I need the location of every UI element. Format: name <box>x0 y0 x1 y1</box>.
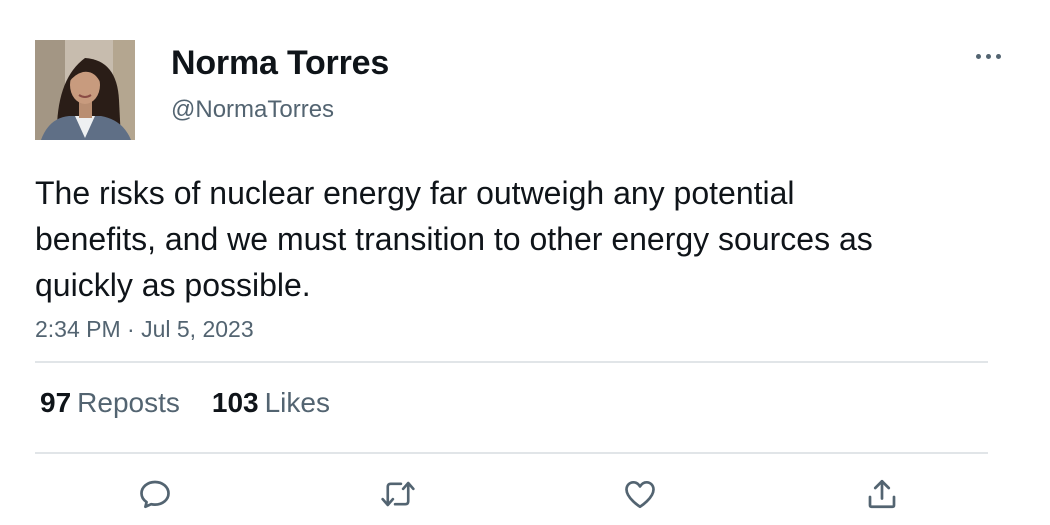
avatar[interactable] <box>35 40 135 140</box>
likes-count: 103 <box>211 387 259 418</box>
tweet-text: The risks of nuclear energy far outweigh… <box>35 175 873 303</box>
likes-stat[interactable]: 103 Likes <box>212 387 330 419</box>
share-icon-glyph <box>868 479 896 509</box>
avatar-photo <box>35 40 135 140</box>
more-options-icon[interactable] <box>968 44 1008 68</box>
divider <box>35 361 988 363</box>
tweet-timestamp[interactable]: 2:34 PM · Jul 5, 2023 <box>35 316 254 343</box>
repost-icon[interactable] <box>378 474 418 514</box>
user-handle[interactable]: @NormaTorres <box>171 96 334 124</box>
share-icon[interactable] <box>862 474 902 514</box>
reposts-stat[interactable]: 97 Reposts <box>40 387 180 419</box>
reposts-label: Reposts <box>77 387 180 418</box>
reply-icon-glyph <box>140 480 170 509</box>
divider <box>35 452 988 454</box>
more-dot <box>975 53 981 59</box>
more-dot <box>995 53 1001 59</box>
tweet-card: Norma Torres @NormaTorres The risks of n… <box>0 0 1050 525</box>
likes-label: Likes <box>264 387 330 418</box>
display-name[interactable]: Norma Torres <box>171 44 389 83</box>
reply-icon[interactable] <box>135 474 175 514</box>
like-icon[interactable] <box>620 474 660 514</box>
reposts-count: 97 <box>40 387 72 418</box>
like-icon-glyph <box>625 480 655 509</box>
repost-icon-glyph <box>381 481 415 507</box>
more-dot <box>985 53 991 59</box>
engagement-stats: 97 Reposts 103 Likes <box>40 387 330 419</box>
